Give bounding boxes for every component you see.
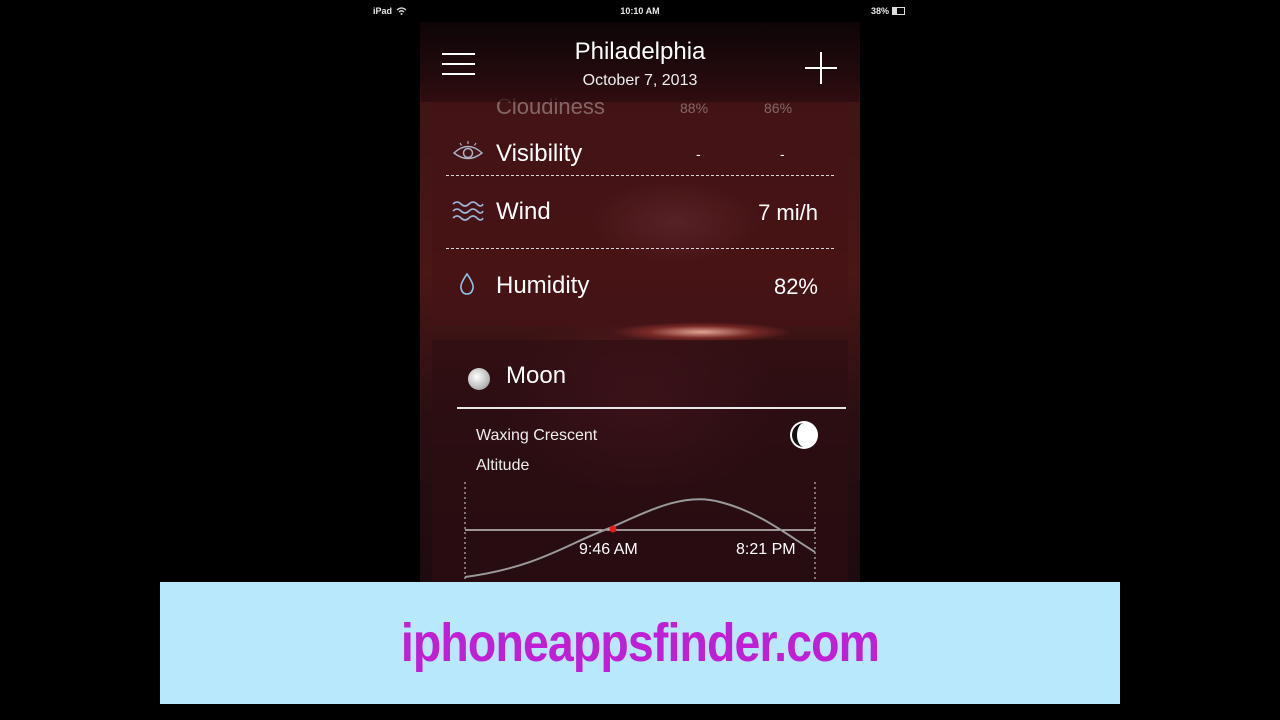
details-card: Cloudiness 88% 86% Visibility - - Wind 7…: [432, 92, 848, 326]
moon-divider: [457, 407, 846, 409]
wind-waves-icon: [452, 201, 484, 221]
status-time: 10:10 AM: [620, 6, 660, 16]
humidity-label: Humidity: [496, 272, 590, 299]
moon-icon: [468, 368, 490, 390]
cloudiness-value-2: 86%: [764, 100, 793, 116]
moonrise-time: 9:46 AM: [579, 541, 638, 558]
wind-row: Wind 7 mi/h: [446, 196, 834, 232]
moon-phase: Waxing Crescent: [476, 427, 598, 444]
moon-altitude-chart: 9:46 AM 8:21 PM: [464, 482, 816, 582]
eye-icon: [452, 141, 484, 160]
city-title: Philadelphia: [574, 38, 706, 65]
cloudiness-value-1: 88%: [680, 100, 709, 116]
divider: [446, 175, 834, 176]
visibility-value-2: -: [780, 146, 785, 162]
water-drop-icon: [460, 272, 474, 295]
watermark-text: iphoneappsfinder.com: [400, 613, 880, 673]
weather-app: Philadelphia October 7, 2013 Cloudiness …: [420, 22, 860, 582]
humidity-value: 82%: [773, 274, 818, 299]
visibility-value-1: -: [696, 146, 701, 162]
altitude-label: Altitude: [476, 457, 530, 474]
date-label: October 7, 2013: [582, 72, 698, 89]
visibility-row: Visibility - -: [446, 138, 834, 174]
watermark-banner: iphoneappsfinder.com: [160, 582, 1120, 704]
moon-phase-icon: [790, 421, 818, 449]
moon-title: Moon: [506, 362, 567, 389]
moonset-time: 8:21 PM: [736, 541, 796, 558]
section-glow: [432, 322, 848, 342]
battery-icon: [892, 7, 906, 15]
divider: [446, 248, 834, 249]
moonrise-marker: [609, 525, 617, 533]
wind-value: 7 mi/h: [758, 200, 818, 225]
battery-percent: 38%: [871, 6, 890, 16]
altitude-curve: [464, 498, 816, 578]
add-location-icon[interactable]: [805, 52, 837, 84]
status-right: 38%: [871, 6, 906, 16]
humidity-row: Humidity 82%: [446, 270, 834, 306]
app-header: Philadelphia October 7, 2013: [420, 22, 860, 102]
visibility-label: Visibility: [496, 140, 583, 167]
status-bar: iPad 10:10 AM 38%: [0, 0, 1280, 22]
wind-label: Wind: [496, 198, 551, 225]
